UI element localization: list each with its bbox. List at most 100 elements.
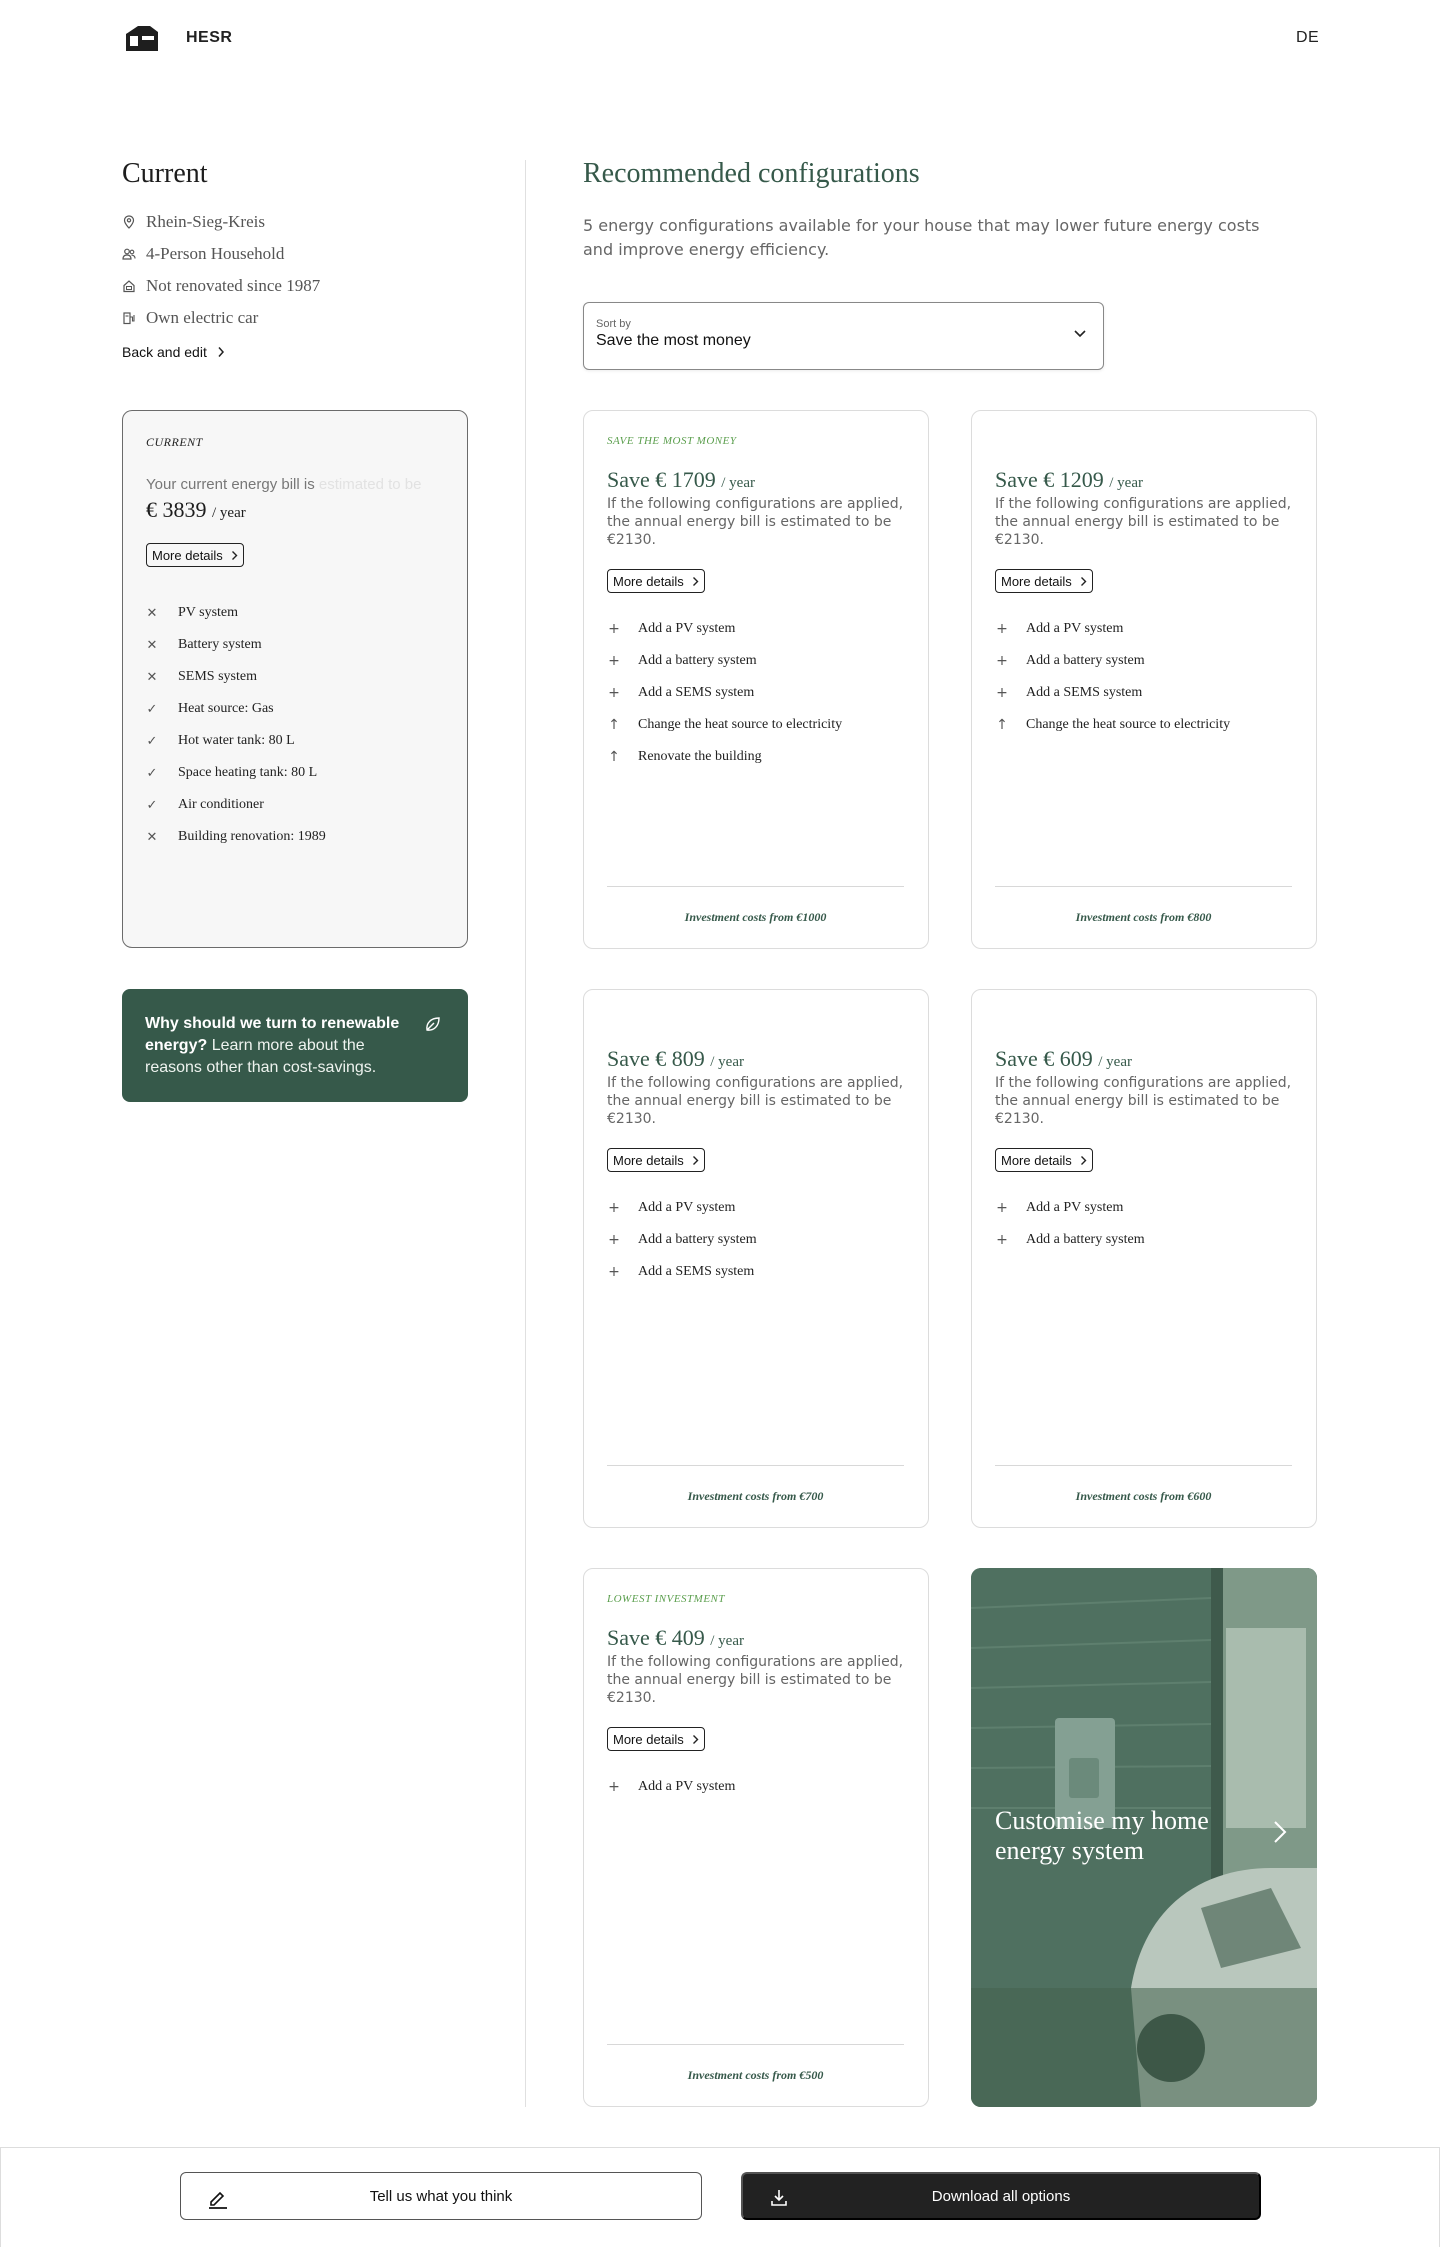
config-card-1: SAVE THE MOST MONEY Save € 1709 / year I… <box>583 410 929 949</box>
savings-amount: Save € 609 <box>995 1046 1093 1071</box>
item-text: Air conditioner <box>178 797 264 812</box>
item-text: Add a battery system <box>1026 653 1145 668</box>
chevron-right-icon <box>218 347 224 357</box>
sort-label: Sort by <box>596 318 631 330</box>
config-card-4: Save € 609 / year If the following confi… <box>971 989 1317 1528</box>
arrow-up-icon: ↑ <box>996 717 1008 733</box>
feedback-label: Tell us what you think <box>369 2187 513 2205</box>
customise-title: Customise my home energy system <box>995 1806 1209 1865</box>
renewable-energy-info-card[interactable]: Why should we turn to renewable energy? … <box>122 989 468 1102</box>
customise-system-card[interactable]: Customise my home energy system <box>971 1568 1317 2107</box>
fact-electric-car: Own electric car <box>122 302 468 334</box>
fact-renovation: Not renovated since 1987 <box>122 270 468 302</box>
fact-text: Rhein-Sieg-Kreis <box>146 212 265 231</box>
estimate-text: If the following configurations are appl… <box>995 1075 1292 1127</box>
fact-location: Rhein-Sieg-Kreis <box>122 206 468 238</box>
investment-cost: Investment costs from €500 <box>607 2044 904 2106</box>
item-text: Change the heat source to electricity <box>638 717 843 732</box>
fact-text: 4-Person Household <box>146 244 285 263</box>
bill-label-text: Your current energy bill is <box>146 476 315 493</box>
brand-name[interactable]: HESR <box>186 29 232 47</box>
current-bill-label: Your current energy bill is estimated to… <box>146 476 444 493</box>
item-text: Battery system <box>178 637 262 652</box>
card-tagline <box>607 1014 904 1028</box>
list-item: ✓ Heat source: Gas <box>146 693 444 725</box>
why-text: Why should we turn to renewable energy? … <box>145 1013 415 1079</box>
more-details-button[interactable]: More details <box>607 569 705 593</box>
household-facts: Rhein-Sieg-Kreis 4-Person Household Not … <box>122 206 468 334</box>
feedback-button[interactable]: Tell us what you think <box>180 2172 702 2220</box>
list-item: ✓ Hot water tank: 80 L <box>146 725 444 757</box>
column-divider <box>525 160 526 2107</box>
investment-cost: Investment costs from €700 <box>607 1465 904 1527</box>
fact-text: Not renovated since 1987 <box>146 276 321 295</box>
language-switch[interactable]: DE <box>1296 29 1319 47</box>
current-status-list: ✕ PV system ✕ Battery system ✕ SEMS system … <box>146 597 444 853</box>
investment-cost: Investment costs from €600 <box>995 1465 1292 1527</box>
house-logo-icon[interactable] <box>124 24 160 52</box>
estimate-text: If the following configurations are appl… <box>607 1654 904 1706</box>
more-details-button[interactable]: More details <box>995 1148 1093 1172</box>
savings: Save € 1209 / year <box>995 467 1292 493</box>
list-item: + Add a PV system <box>607 1771 904 1803</box>
investment-cost: Investment costs from €800 <box>995 886 1292 948</box>
plus-icon: + <box>608 1779 620 1795</box>
bottom-action-bar: Tell us what you think Download all opti… <box>0 2147 1440 2247</box>
card-tagline <box>995 1014 1292 1028</box>
plus-icon: + <box>996 685 1008 701</box>
item-text: Add a SEMS system <box>638 1264 755 1279</box>
item-text: Building renovation: 1989 <box>178 829 326 844</box>
item-text: Renovate the building <box>638 749 762 764</box>
list-item: + Add a battery system <box>995 645 1292 677</box>
card-tagline: CURRENT <box>146 435 203 449</box>
back-and-edit-label: Back and edit <box>122 344 207 360</box>
check-icon: ✓ <box>146 765 158 781</box>
item-text: SEMS system <box>178 669 257 684</box>
current-energy-card: CURRENT Your current energy bill is esti… <box>122 410 468 948</box>
savings-amount: Save € 1209 <box>995 467 1104 492</box>
item-text: Add a SEMS system <box>1026 685 1143 700</box>
list-item: ✕ Building renovation: 1989 <box>146 821 444 853</box>
cross-icon: ✕ <box>146 669 158 685</box>
config-list: + Add a PV system <box>607 1771 904 1803</box>
config-list: + Add a PV system + Add a battery system +… <box>607 1192 904 1288</box>
item-text: Space heating tank: 80 L <box>178 765 318 780</box>
sort-select[interactable]: Sort by Save the most money <box>583 302 1104 370</box>
config-card-5: LOWEST INVESTMENT Save € 409 / year If t… <box>583 1568 929 2107</box>
chevron-right-icon <box>231 550 238 560</box>
arrow-up-icon: ↑ <box>608 717 620 733</box>
card-tagline: LOWEST INVESTMENT <box>607 1593 726 1605</box>
savings-unit: / year <box>710 1054 744 1070</box>
config-list: + Add a PV system + Add a battery system +… <box>607 613 904 773</box>
chevron-right-icon <box>1080 1155 1087 1165</box>
more-details-label: More details <box>1001 573 1072 589</box>
plus-icon: + <box>996 1200 1008 1216</box>
more-details-button[interactable]: More details <box>607 1148 705 1172</box>
ev-charger-icon <box>123 312 135 325</box>
plus-icon: + <box>608 1232 620 1248</box>
more-details-button[interactable]: More details <box>607 1727 705 1751</box>
download-button[interactable]: Download all options <box>741 2172 1261 2220</box>
config-list: + Add a PV system + Add a battery system +… <box>995 613 1292 741</box>
savings-unit: / year <box>1109 475 1143 491</box>
more-details-button[interactable]: More details <box>146 543 244 567</box>
current-summary: Current Rhein-Sieg-Kreis 4-Person Househ… <box>122 158 468 362</box>
item-text: Add a PV system <box>638 1779 736 1794</box>
investment-cost: Investment costs from €1000 <box>607 886 904 948</box>
plus-icon: + <box>608 653 620 669</box>
more-details-label: More details <box>613 573 684 589</box>
item-text: Add a battery system <box>1026 1232 1145 1247</box>
item-text: Add a battery system <box>638 653 757 668</box>
more-details-label: More details <box>1001 1152 1072 1168</box>
fact-text: Own electric car <box>146 308 259 327</box>
list-item: ↑ Change the heat source to electricity <box>995 709 1292 741</box>
savings-unit: / year <box>721 475 755 491</box>
leaf-icon <box>426 1017 440 1031</box>
download-label: Download all options <box>931 2187 1071 2205</box>
more-details-label: More details <box>613 1731 684 1747</box>
back-and-edit-link[interactable]: Back and edit <box>122 344 225 360</box>
chevron-right-icon <box>692 1155 699 1165</box>
list-item: + Add a PV system <box>995 613 1292 645</box>
plus-icon: + <box>608 621 620 637</box>
more-details-button[interactable]: More details <box>995 569 1093 593</box>
